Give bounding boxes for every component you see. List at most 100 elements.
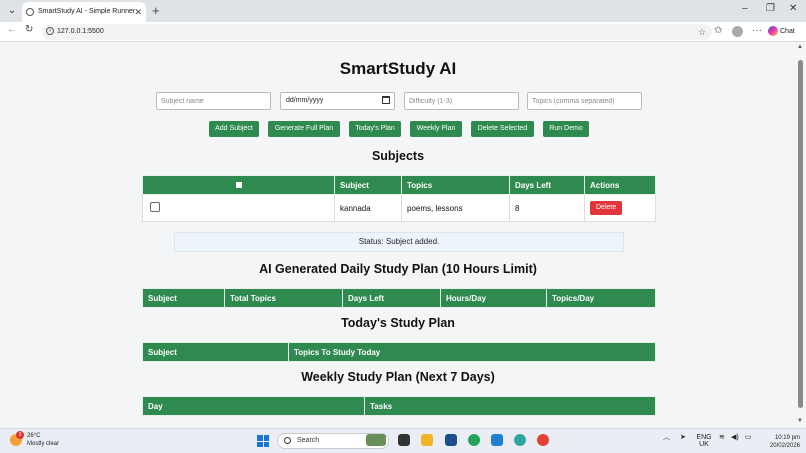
chat-label: Chat — [780, 28, 795, 35]
minimize-icon[interactable]: – — [742, 3, 748, 14]
address-bar[interactable]: i 127.0.0.1:5500 ☆ — [42, 24, 712, 40]
column-header: Topics To Study Today — [288, 342, 656, 362]
table-row: kannada poems, lessons 8 Delete — [142, 194, 656, 222]
page-title: SmartStudy AI — [339, 59, 457, 78]
topics-input[interactable] — [527, 92, 642, 110]
maximize-icon[interactable]: ❐ — [766, 3, 775, 14]
language-indicator[interactable]: ENG UK — [696, 434, 712, 448]
weather-desc: Mostly clear — [27, 441, 60, 447]
subjects-header-row: Subject Topics Days Left Actions — [142, 175, 656, 195]
language-code: ENG — [696, 434, 712, 441]
column-header: Actions — [584, 175, 656, 195]
row-checkbox[interactable] — [150, 202, 160, 212]
column-header: Topics — [401, 175, 510, 195]
todays-plan-table: Subject Topics To Study Today — [142, 342, 656, 362]
notification-badge: 3 — [16, 431, 24, 439]
column-header: Subject — [334, 175, 402, 195]
globe-icon — [26, 8, 34, 16]
weekly-plan-header-row: Day Tasks — [142, 396, 656, 416]
scroll-down-icon[interactable]: ▼ — [797, 418, 803, 424]
daily-plan-header-row: Subject Total Topics Days Left Hours/Day… — [142, 288, 656, 308]
column-header: Days Left — [509, 175, 585, 195]
generate-full-plan-button[interactable]: Generate Full Plan — [268, 121, 340, 137]
tab-search-chevron-icon[interactable]: ⌄ — [4, 3, 20, 19]
date-input[interactable]: dd/mm/yyyy — [280, 92, 395, 110]
task-view-icon[interactable] — [398, 434, 410, 446]
select-all-checkbox-header[interactable] — [142, 175, 335, 195]
run-demo-button[interactable]: Run Demo — [543, 121, 589, 137]
store-icon[interactable] — [445, 434, 457, 446]
reload-icon[interactable]: ↻ — [25, 24, 33, 35]
page-viewport: SmartStudy AI dd/mm/yyyy Add Subject Gen… — [0, 42, 796, 428]
subjects-table: Subject Topics Days Left Actions kannada… — [142, 175, 656, 222]
column-header: Subject — [142, 342, 289, 362]
more-menu-icon[interactable]: ··· — [752, 25, 762, 36]
column-header: Total Topics — [224, 288, 343, 308]
clock-time: 10:19 pm — [774, 435, 800, 441]
difficulty-input[interactable] — [404, 92, 519, 110]
column-header: Days Left — [342, 288, 441, 308]
todays-plan-heading: Today's Study Plan — [341, 316, 455, 330]
actions-cell: Delete — [584, 194, 656, 222]
todays-plan-button[interactable]: Today's Plan — [349, 121, 401, 137]
url-text: 127.0.0.1:5500 — [57, 28, 104, 35]
select-all-checkbox[interactable] — [235, 181, 242, 188]
daily-plan-heading: AI Generated Daily Study Plan (10 Hours … — [259, 262, 537, 276]
browser-tab[interactable]: SmartStudy AI - Simple Runner ✕ — [22, 2, 146, 22]
browser-tab-strip: ⌄ SmartStudy AI - Simple Runner ✕ + – ❐ … — [0, 0, 806, 22]
search-label: Search — [297, 437, 320, 444]
weather-widget[interactable]: 3 26°C Mostly clear — [10, 431, 60, 448]
show-hidden-icons-chevron-icon[interactable]: ︿ — [663, 434, 670, 441]
delete-row-button[interactable]: Delete — [590, 201, 623, 215]
chrome-icon[interactable] — [537, 434, 549, 446]
todays-plan-header-row: Subject Topics To Study Today — [142, 342, 656, 362]
weekly-plan-button[interactable]: Weekly Plan — [410, 121, 462, 137]
battery-icon[interactable]: ▭ — [745, 434, 752, 441]
column-header: Tasks — [364, 396, 656, 416]
weekly-plan-heading: Weekly Study Plan (Next 7 Days) — [301, 370, 495, 384]
new-tab-icon[interactable]: + — [152, 3, 160, 19]
row-select-cell — [142, 194, 335, 222]
weekly-plan-table: Day Tasks — [142, 396, 656, 416]
subjects-heading: Subjects — [371, 149, 425, 163]
wifi-icon[interactable]: ≋ — [719, 434, 725, 441]
favorites-icon[interactable]: ✩ — [714, 25, 722, 36]
location-icon[interactable]: ➤ — [680, 434, 686, 441]
browser-toolbar: ← ↻ i 127.0.0.1:5500 ☆ ✩ ··· Chat — [0, 22, 806, 42]
calendar-icon[interactable] — [382, 96, 390, 104]
scrollbar-thumb[interactable] — [798, 60, 803, 408]
daily-plan-table: Subject Total Topics Days Left Hours/Day… — [142, 288, 656, 308]
copilot-chat-button[interactable]: Chat — [768, 25, 795, 39]
add-subject-button[interactable]: Add Subject — [209, 121, 259, 137]
system-clock[interactable]: 10:19 pm 20/02/2026 — [764, 434, 800, 450]
scroll-up-icon[interactable]: ▲ — [797, 44, 803, 50]
site-info-icon[interactable]: i — [46, 27, 54, 35]
search-highlight-icon[interactable] — [366, 434, 386, 446]
region-code: UK — [699, 441, 709, 448]
tab-title: SmartStudy AI - Simple Runner — [38, 8, 136, 15]
windows-start-icon[interactable] — [257, 435, 269, 447]
whatsapp-icon[interactable] — [468, 434, 480, 446]
topics-cell: poems, lessons — [401, 194, 510, 222]
close-window-icon[interactable]: ✕ — [789, 3, 797, 14]
column-header: Subject — [142, 288, 225, 308]
subject-cell: kannada — [334, 194, 402, 222]
back-icon[interactable]: ← — [7, 24, 17, 35]
close-tab-icon[interactable]: ✕ — [134, 2, 142, 22]
profile-avatar[interactable] — [732, 26, 743, 37]
taskbar: 3 26°C Mostly clear Search ︿ ➤ ENG UK ≋ … — [0, 428, 806, 453]
copilot-icon — [768, 26, 778, 37]
column-header: Topics/Day — [546, 288, 656, 308]
clock-date: 20/02/2026 — [769, 443, 800, 449]
status-message: Status: Subject added. — [174, 232, 624, 252]
days-left-cell: 8 — [509, 194, 585, 222]
file-explorer-icon[interactable] — [421, 434, 433, 446]
column-header: Day — [142, 396, 365, 416]
delete-selected-button[interactable]: Delete Selected — [471, 121, 534, 137]
edge-browser-icon[interactable] — [514, 434, 526, 446]
vscode-icon[interactable] — [491, 434, 503, 446]
bookmark-star-icon[interactable]: ☆ — [698, 24, 706, 40]
date-placeholder: dd/mm/yyyy — [286, 97, 324, 104]
subject-name-input[interactable] — [156, 92, 271, 110]
volume-icon[interactable]: ◀) — [731, 434, 739, 441]
